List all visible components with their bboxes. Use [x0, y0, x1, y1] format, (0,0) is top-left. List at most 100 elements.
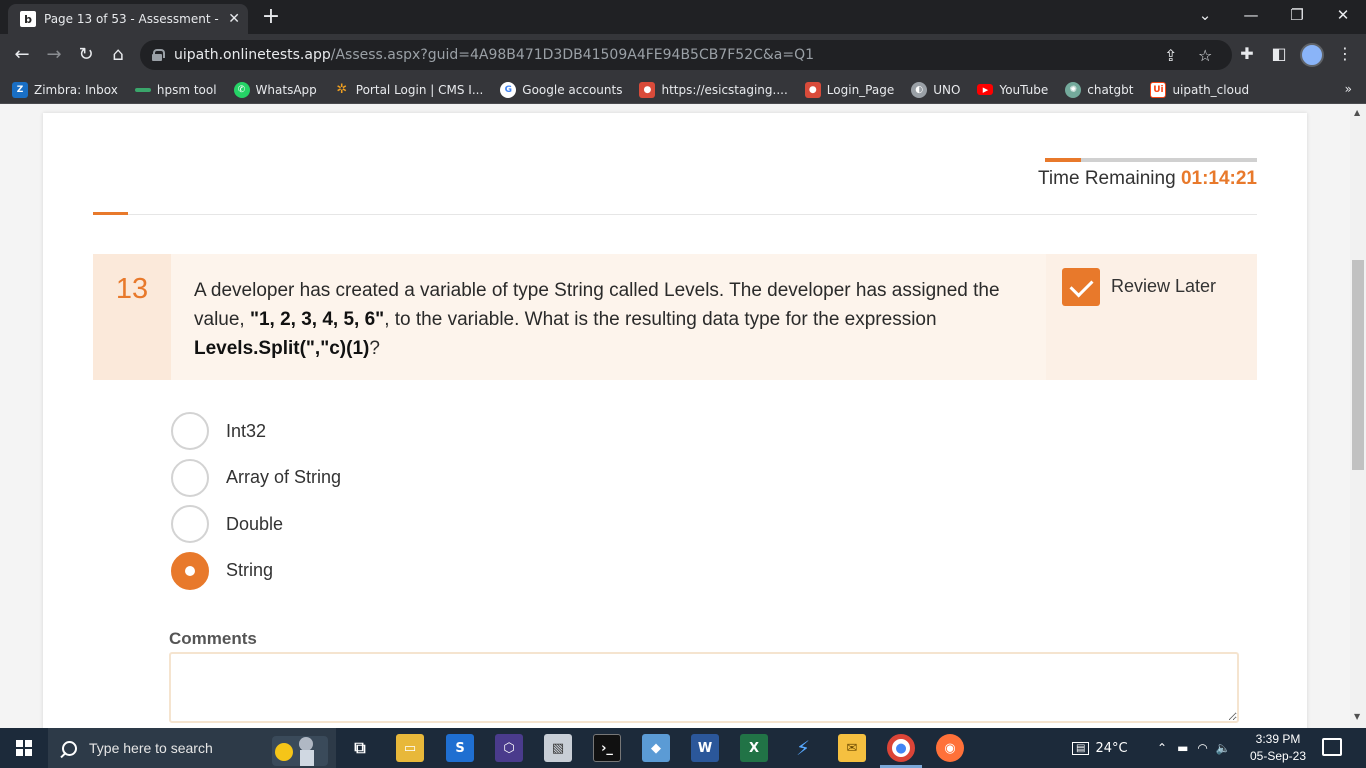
page-viewport: Time Remaining 01:14:21 13 A developer h…	[0, 104, 1350, 728]
comments-textarea[interactable]	[169, 652, 1239, 723]
terminal-icon[interactable]: ›_	[593, 734, 621, 762]
time-remaining-value: 01:14:21	[1180, 168, 1257, 189]
url-path: /Assess.aspx?guid=4A98B471D3DB41509A4FE9…	[330, 47, 815, 63]
option-string[interactable]: String	[171, 548, 341, 595]
windows-taskbar: Type here to search ⧉ ▭ S ⬡ ▧ ›_ ◆ W X ⚡…	[0, 728, 1366, 768]
option-radio[interactable]	[171, 458, 209, 497]
notification-icon[interactable]	[1322, 738, 1342, 756]
browser-tab[interactable]: b Page 13 of 53 - Assessment - UiP ✕	[8, 4, 248, 34]
search-icon	[62, 740, 77, 756]
clock-time: 3:39 PM	[1255, 732, 1301, 746]
wifi-icon[interactable]: ◠	[1197, 741, 1207, 755]
more-bookmarks-icon[interactable]: »	[1345, 82, 1352, 96]
option-label[interactable]: Int32	[226, 421, 266, 442]
option-radio-selected[interactable]	[171, 551, 209, 590]
tab-search-icon[interactable]: ⌄	[1182, 0, 1228, 30]
option-radio[interactable]	[171, 505, 209, 544]
page-scrollbar[interactable]: ▲ ▼	[1350, 104, 1366, 728]
esic-icon: ●	[639, 81, 656, 98]
lock-icon[interactable]	[152, 49, 165, 61]
scrollbar-thumb[interactable]	[1352, 260, 1364, 470]
share-icon[interactable]: ⇪	[1164, 46, 1177, 65]
app-book-icon[interactable]: ◆	[642, 734, 670, 762]
excel-icon[interactable]: X	[740, 734, 768, 762]
answer-options: Int32 Array of String Double String	[171, 408, 341, 594]
side-panel-icon[interactable]: ◧	[1268, 44, 1290, 63]
weather-widget[interactable]: ▤ 24°C	[1072, 728, 1128, 768]
review-later-checkbox[interactable]	[1062, 268, 1100, 306]
bookmark-uipath[interactable]: Ui uipath_cloud	[1150, 81, 1249, 98]
option-double[interactable]: Double	[171, 501, 341, 548]
app-folder-icon[interactable]: ✉	[838, 734, 866, 762]
option-radio[interactable]	[171, 412, 209, 451]
browser-toolbar: ← → ↻ ⌂ uipath.onlinetests.app/Assess.as…	[0, 34, 1366, 76]
tab-title: Page 13 of 53 - Assessment - UiP	[44, 12, 223, 26]
windows-logo-icon	[16, 740, 32, 756]
file-explorer-icon[interactable]: ▭	[396, 734, 424, 762]
reload-button[interactable]: ↻	[74, 43, 98, 67]
taskbar-clock[interactable]: 3:39 PM 05-Sep-23	[1248, 731, 1308, 765]
option-array-of-string[interactable]: Array of String	[171, 455, 341, 502]
word-icon[interactable]: W	[691, 734, 719, 762]
login-icon: ●	[804, 81, 821, 98]
firefox-icon[interactable]: ◉	[936, 734, 964, 762]
bookmark-portal[interactable]: ✲ Portal Login | CMS I...	[334, 82, 483, 98]
bookmark-google[interactable]: G Google accounts	[500, 81, 623, 98]
site-favicon-icon: b	[20, 11, 36, 27]
task-view-icon[interactable]: ⧉	[346, 734, 374, 762]
bookmark-star-icon[interactable]: ☆	[1198, 46, 1212, 65]
bookmark-label: Google accounts	[522, 82, 623, 97]
bookmark-whatsapp[interactable]: ✆ WhatsApp	[233, 81, 317, 98]
home-button[interactable]: ⌂	[106, 43, 130, 67]
uno-icon: ◐	[911, 81, 928, 98]
battery-icon[interactable]: ▬	[1177, 741, 1188, 755]
uipath-icon: Ui	[1150, 81, 1167, 98]
address-bar[interactable]: uipath.onlinetests.app/Assess.aspx?guid=…	[140, 40, 1232, 70]
bookmark-youtube[interactable]: ▶ YouTube	[977, 83, 1048, 97]
scroll-up-icon[interactable]: ▲	[1354, 108, 1360, 117]
restore-button[interactable]: ❐	[1274, 0, 1320, 30]
bookmark-uno[interactable]: ◐ UNO	[911, 81, 960, 98]
tab-close-icon[interactable]: ✕	[228, 11, 240, 27]
volume-icon[interactable]: 🔈	[1216, 741, 1231, 755]
chatgpt-icon: ✺	[1065, 81, 1082, 98]
review-later-label[interactable]: Review Later	[1111, 276, 1216, 297]
app-image-icon[interactable]: ▧	[544, 734, 572, 762]
whatsapp-icon: ✆	[233, 81, 250, 98]
bookmark-zimbra[interactable]: Z Zimbra: Inbox	[12, 81, 118, 98]
option-label[interactable]: String	[226, 560, 273, 581]
close-window-button[interactable]: ✕	[1320, 0, 1366, 30]
profile-avatar[interactable]	[1300, 43, 1324, 67]
bookmark-login[interactable]: ● Login_Page	[804, 81, 894, 98]
forward-button[interactable]: →	[42, 43, 66, 67]
app-s-icon[interactable]: S	[446, 734, 474, 762]
bookmarks-bar: Z Zimbra: Inbox hpsm tool ✆ WhatsApp ✲ Port…	[0, 76, 1366, 104]
bookmark-hpsm[interactable]: hpsm tool	[134, 83, 217, 97]
power-automate-icon[interactable]: ⚡	[789, 734, 817, 762]
question-text: A developer has created a variable of ty…	[194, 276, 1014, 363]
back-button[interactable]: ←	[10, 43, 34, 67]
url-host: uipath.onlinetests.app	[174, 47, 331, 63]
option-label[interactable]: Array of String	[226, 467, 341, 488]
menu-icon[interactable]: ⋮	[1334, 44, 1356, 63]
header-divider-accent	[93, 212, 128, 215]
minimize-button[interactable]: —	[1228, 0, 1274, 30]
bookmark-chatgpt[interactable]: ✺ chatgbt	[1065, 81, 1133, 98]
tray-overflow-icon[interactable]: ⌃	[1157, 741, 1167, 755]
new-tab-button[interactable]: +	[258, 4, 284, 30]
option-label[interactable]: Double	[226, 514, 283, 535]
time-remaining-label: Time Remaining	[1038, 168, 1176, 189]
question-text-part: ?	[369, 338, 380, 359]
start-button[interactable]	[0, 728, 48, 768]
comments-label: Comments	[169, 629, 257, 648]
app-shield-icon[interactable]: ⬡	[495, 734, 523, 762]
scroll-down-icon[interactable]: ▼	[1354, 712, 1360, 721]
bookmark-esic[interactable]: ● https://esicstaging....	[639, 81, 788, 98]
taskbar-search[interactable]: Type here to search	[48, 728, 336, 768]
chrome-icon[interactable]: ●	[887, 734, 915, 762]
extensions-icon[interactable]: ✚	[1236, 44, 1258, 63]
assessment-card: Time Remaining 01:14:21 13 A developer h…	[43, 113, 1307, 728]
clock-date: 05-Sep-23	[1249, 749, 1307, 763]
question-text-bold: "1, 2, 3, 4, 5, 6"	[249, 309, 385, 330]
option-int32[interactable]: Int32	[171, 408, 341, 455]
